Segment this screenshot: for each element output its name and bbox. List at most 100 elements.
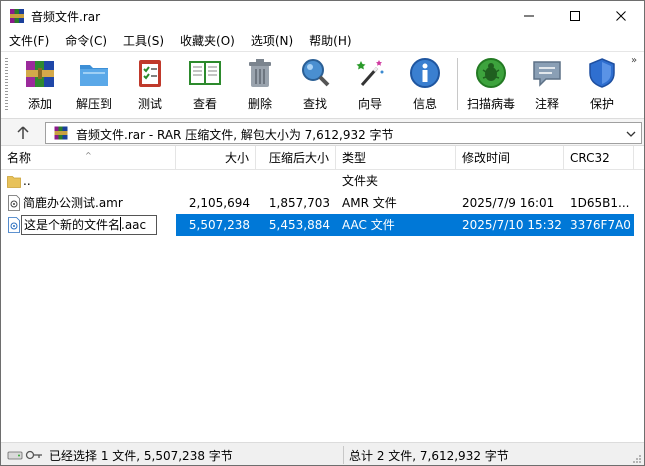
wizard-wand-icon xyxy=(356,60,384,86)
column-type-label: 类型 xyxy=(342,151,367,165)
menu-file[interactable]: 文件(F) xyxy=(5,31,53,51)
toolbar-overflow-chevron[interactable]: » xyxy=(631,55,637,66)
column-packed-label: 压缩后大小 xyxy=(268,151,329,165)
info-button[interactable]: 信息 xyxy=(400,56,450,112)
menu-commands[interactable]: 命令(C) xyxy=(61,31,111,51)
column-header-packed[interactable]: 压缩后大小 xyxy=(256,146,336,170)
list-item[interactable]: 简鹿办公测试.amr 2,105,694 1,857,703 AMR 文件 20… xyxy=(1,192,644,214)
info-icon xyxy=(410,58,440,88)
file-size: 5,507,238 xyxy=(188,218,250,232)
maximize-icon xyxy=(570,11,580,21)
delete-label: 删除 xyxy=(247,97,272,111)
protect-label: 保护 xyxy=(589,97,614,111)
toolbar-separator xyxy=(457,58,458,110)
test-checklist-icon xyxy=(139,60,161,87)
sort-caret-icon: ^ xyxy=(85,151,92,160)
status-bar: 已经选择 1 文件, 5,507,238 字节 总计 2 文件, 7,612,9… xyxy=(1,442,644,465)
add-label: 添加 xyxy=(27,97,52,111)
scan-virus-button[interactable]: 扫描病毒 xyxy=(463,56,519,112)
comment-label: 注释 xyxy=(534,97,559,111)
total-status: 总计 2 文件, 7,612,932 字节 xyxy=(349,449,509,463)
list-item[interactable]: .. 文件夹 xyxy=(1,170,644,192)
test-label: 测试 xyxy=(137,97,162,111)
comment-button[interactable]: 注释 xyxy=(522,56,572,112)
column-header-crc[interactable]: CRC32 xyxy=(564,146,634,170)
winrar-app-icon xyxy=(10,9,24,23)
file-name: .. xyxy=(23,174,31,188)
audio-file-icon xyxy=(8,195,20,211)
column-header-modified[interactable]: 修改时间 xyxy=(456,146,564,170)
protect-shield-icon xyxy=(589,58,615,88)
file-type: AMR 文件 xyxy=(342,196,397,210)
virus-scan-icon xyxy=(476,58,506,88)
minimize-button[interactable] xyxy=(506,1,552,31)
delete-button[interactable]: 删除 xyxy=(235,56,285,112)
winrar-window: 音频文件.rar 文件(F) 命令(C) 工具(S) 收藏夹(O) 选项(N) … xyxy=(0,0,645,466)
file-crc xyxy=(564,170,634,192)
find-magnifier-icon xyxy=(302,59,330,87)
wizard-button[interactable]: 向导 xyxy=(345,56,395,112)
column-modified-label: 修改时间 xyxy=(462,151,511,165)
extract-to-label: 解压到 xyxy=(75,97,112,111)
minimize-icon xyxy=(524,15,534,17)
status-divider xyxy=(343,446,344,464)
address-text: 音频文件.rar - RAR 压缩文件, 解包大小为 7,612,932 字节 xyxy=(76,128,394,142)
file-crc: 1D65B1... xyxy=(570,196,630,210)
file-modified: 2025/7/9 16:01 xyxy=(462,196,555,210)
column-header-name[interactable]: 名称 ^ xyxy=(1,146,176,170)
menu-options[interactable]: 选项(N) xyxy=(247,31,297,51)
audio-file-icon xyxy=(8,217,20,233)
find-label: 查找 xyxy=(302,97,327,111)
archive-icon xyxy=(54,126,68,140)
address-bar: 音频文件.rar - RAR 压缩文件, 解包大小为 7,612,932 字节 xyxy=(1,118,644,146)
scan-virus-label: 扫描病毒 xyxy=(466,97,515,111)
file-crc: 3376F7A0 xyxy=(570,218,631,232)
file-type: 文件夹 xyxy=(342,174,379,188)
close-button[interactable] xyxy=(598,1,644,31)
info-label: 信息 xyxy=(412,97,437,111)
file-packed-size: 1,857,703 xyxy=(268,196,330,210)
toolbar: 添加 解压到 测试 查看 删除 查找 向导 信息 扫描病毒 注释 保护 » xyxy=(1,51,644,117)
view-label: 查看 xyxy=(192,97,217,111)
extract-to-button[interactable]: 解压到 xyxy=(69,56,119,112)
test-button[interactable]: 测试 xyxy=(125,56,175,112)
comment-icon xyxy=(533,61,561,87)
wizard-label: 向导 xyxy=(357,97,382,111)
protect-button[interactable]: 保护 xyxy=(577,56,627,112)
title-bar: 音频文件.rar xyxy=(1,1,644,31)
file-packed-size xyxy=(256,170,336,192)
view-button[interactable]: 查看 xyxy=(180,56,230,112)
file-size: 2,105,694 xyxy=(188,196,250,210)
rename-input[interactable]: 这是个新的文件名.aac xyxy=(21,215,157,235)
list-header: 名称 ^ 大小 压缩后大小 类型 修改时间 CRC32 xyxy=(1,146,644,170)
menu-bar: 文件(F) 命令(C) 工具(S) 收藏夹(O) 选项(N) 帮助(H) xyxy=(1,31,644,51)
menu-favorites[interactable]: 收藏夹(O) xyxy=(176,31,239,51)
file-list: 名称 ^ 大小 压缩后大小 类型 修改时间 CRC32 .. 文件夹 简鹿办公测… xyxy=(1,146,644,442)
extract-folder-icon xyxy=(80,65,108,86)
selection-status: 已经选择 1 文件, 5,507,238 字节 xyxy=(49,449,233,463)
add-button[interactable]: 添加 xyxy=(15,56,65,112)
maximize-button[interactable] xyxy=(552,1,598,31)
file-type: AAC 文件 xyxy=(342,218,395,232)
address-field[interactable]: 音频文件.rar - RAR 压缩文件, 解包大小为 7,612,932 字节 xyxy=(45,122,642,144)
window-title: 音频文件.rar xyxy=(31,10,101,24)
close-icon xyxy=(616,11,626,21)
delete-trash-icon xyxy=(249,59,271,87)
menu-help[interactable]: 帮助(H) xyxy=(305,31,355,51)
view-book-icon xyxy=(189,61,221,85)
add-books-icon xyxy=(26,61,54,87)
file-size xyxy=(176,170,256,192)
find-button[interactable]: 查找 xyxy=(290,56,340,112)
column-header-type[interactable]: 类型 xyxy=(336,146,456,170)
resize-grip-icon[interactable] xyxy=(632,454,642,464)
list-item-selected[interactable]: 这是个新的文件名.aac 5,507,238 5,453,884 AAC 文件 … xyxy=(1,214,644,236)
menu-tools[interactable]: 工具(S) xyxy=(119,31,168,51)
drive-icon[interactable] xyxy=(7,448,23,462)
chevron-down-icon[interactable] xyxy=(625,128,637,140)
column-name-label: 名称 xyxy=(7,151,32,165)
up-folder-icon[interactable] xyxy=(15,125,31,141)
column-header-size[interactable]: 大小 xyxy=(176,146,256,170)
key-icon[interactable] xyxy=(25,448,43,462)
file-name: 简鹿办公测试.amr xyxy=(23,196,123,210)
toolbar-grip[interactable] xyxy=(5,58,8,110)
